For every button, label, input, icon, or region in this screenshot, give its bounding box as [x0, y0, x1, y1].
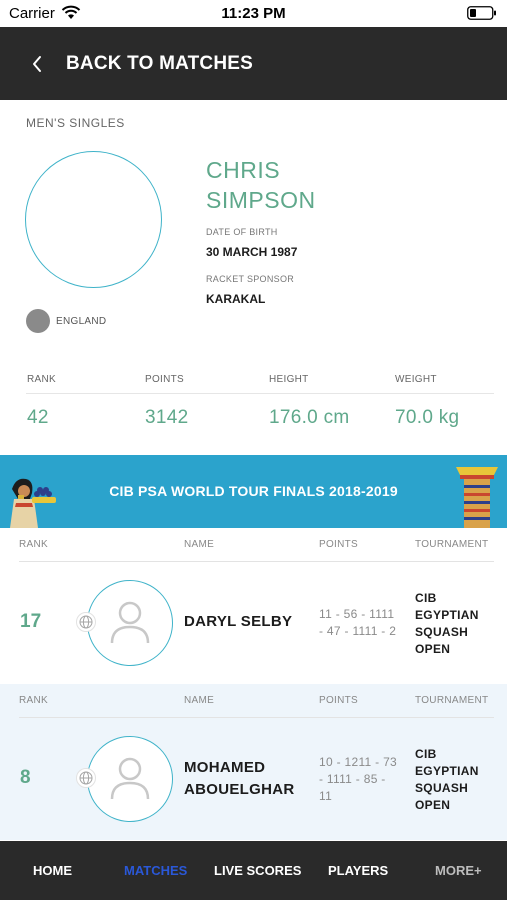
status-time: 11:23 PM	[221, 5, 286, 22]
banner-title: CIB PSA WORLD TOUR FINALS 2018-2019	[109, 483, 398, 499]
bottom-nav: HOME MATCHES LIVE SCORES PLAYERS MORE+	[0, 841, 507, 900]
row-rank: 8	[20, 767, 31, 788]
nav-live-scores[interactable]: LIVE SCORES	[214, 863, 301, 878]
ranking-row[interactable]: RANK NAME POINTS TOURNAMENT 8 MOHAMED AB…	[0, 684, 507, 840]
back-chevron-icon[interactable]	[31, 55, 43, 73]
row-tournament-line: CIB	[415, 591, 437, 605]
column-header-name: NAME	[184, 539, 215, 550]
stat-rank-label: RANK	[27, 374, 56, 385]
user-placeholder-icon	[110, 601, 150, 644]
country-label: ENGLAND	[56, 316, 107, 327]
nav-players[interactable]: PLAYERS	[328, 863, 388, 878]
row-points: 11 - 56 - 1111 - 47 - 1111 - 2	[319, 606, 396, 640]
player-last-name: SIMPSON	[206, 187, 316, 213]
globe-icon	[76, 768, 96, 788]
row-tournament-line: SQUASH	[415, 625, 469, 639]
row-tournament: CIB EGYPTIAN SQUASH OPEN	[415, 746, 479, 814]
row-player-name: MOHAMED ABOUELGHAR	[184, 757, 295, 801]
row-tournament-line: EGYPTIAN	[415, 764, 479, 778]
row-tournament-line: EGYPTIAN	[415, 608, 479, 622]
ranking-row[interactable]: RANK NAME POINTS TOURNAMENT 17 DARYL SEL…	[0, 528, 507, 684]
row-points-line: 11	[319, 789, 333, 803]
row-points: 10 - 1211 - 73 - 1111 - 85 - 11	[319, 754, 397, 805]
column-header-points: POINTS	[319, 539, 359, 550]
stat-height-label: HEIGHT	[269, 374, 309, 385]
nav-matches[interactable]: MATCHES	[124, 863, 187, 878]
sponsor-label: RACKET SPONSOR	[206, 274, 295, 284]
status-bar: Carrier 11:23 PM	[0, 0, 507, 27]
column-header-tournament: TOURNAMENT	[415, 539, 489, 550]
row-player-name-line: DARYL SELBY	[184, 613, 293, 630]
player-photo	[25, 151, 162, 288]
row-tournament-line: SQUASH	[415, 781, 469, 795]
row-divider	[19, 561, 494, 562]
row-points-line: - 47 - 1111 - 2	[319, 624, 397, 638]
column-header-rank: RANK	[19, 539, 48, 550]
stat-weight-label: WEIGHT	[395, 374, 437, 385]
stat-points-label: POINTS	[145, 374, 185, 385]
player-avatar	[87, 736, 173, 822]
row-tournament-line: OPEN	[415, 798, 451, 812]
stat-rank-value: 42	[27, 407, 49, 428]
row-rank: 17	[20, 611, 42, 632]
egyptian-pillar-illustration	[456, 467, 498, 528]
country-flag-icon	[26, 309, 50, 333]
row-points-line: 11 - 56 - 1111	[319, 607, 395, 621]
row-player-name-line: ABOUELGHAR	[184, 781, 295, 798]
row-player-name: DARYL SELBY	[184, 611, 292, 633]
app-header: BACK TO MATCHES	[0, 27, 507, 100]
nav-home[interactable]: HOME	[33, 863, 72, 878]
stat-height-value: 176.0 cm	[269, 407, 350, 428]
row-points-line: - 1111 - 85 -	[319, 772, 386, 786]
column-header-name: NAME	[184, 695, 215, 706]
row-tournament-line: CIB	[415, 747, 437, 761]
category-label: MEN'S SINGLES	[26, 116, 125, 130]
battery-icon	[467, 6, 496, 20]
dob-value: 30 MARCH 1987	[206, 245, 298, 259]
column-header-points: POINTS	[319, 695, 359, 706]
stat-points-value: 3142	[145, 407, 189, 428]
player-avatar	[87, 580, 173, 666]
row-tournament: CIB EGYPTIAN SQUASH OPEN	[415, 590, 479, 658]
stat-weight-value: 70.0 kg	[395, 407, 460, 428]
column-header-rank: RANK	[19, 695, 48, 706]
row-divider	[19, 717, 494, 718]
tour-finals-banner[interactable]: CIB PSA WORLD TOUR FINALS 2018-2019	[0, 455, 507, 528]
column-header-tournament: TOURNAMENT	[415, 695, 489, 706]
player-first-name: CHRIS	[206, 157, 281, 183]
row-player-name-line: MOHAMED	[184, 759, 266, 776]
stats-divider	[26, 393, 494, 394]
nav-more[interactable]: MORE+	[435, 863, 482, 878]
globe-icon	[76, 612, 96, 632]
user-placeholder-icon	[110, 757, 150, 800]
dob-label: DATE OF BIRTH	[206, 227, 278, 237]
sponsor-value: KARAKAL	[206, 292, 266, 306]
back-to-matches-button[interactable]: BACK TO MATCHES	[66, 53, 253, 75]
row-tournament-line: OPEN	[415, 642, 451, 656]
row-points-line: 10 - 1211 - 73	[319, 755, 398, 769]
